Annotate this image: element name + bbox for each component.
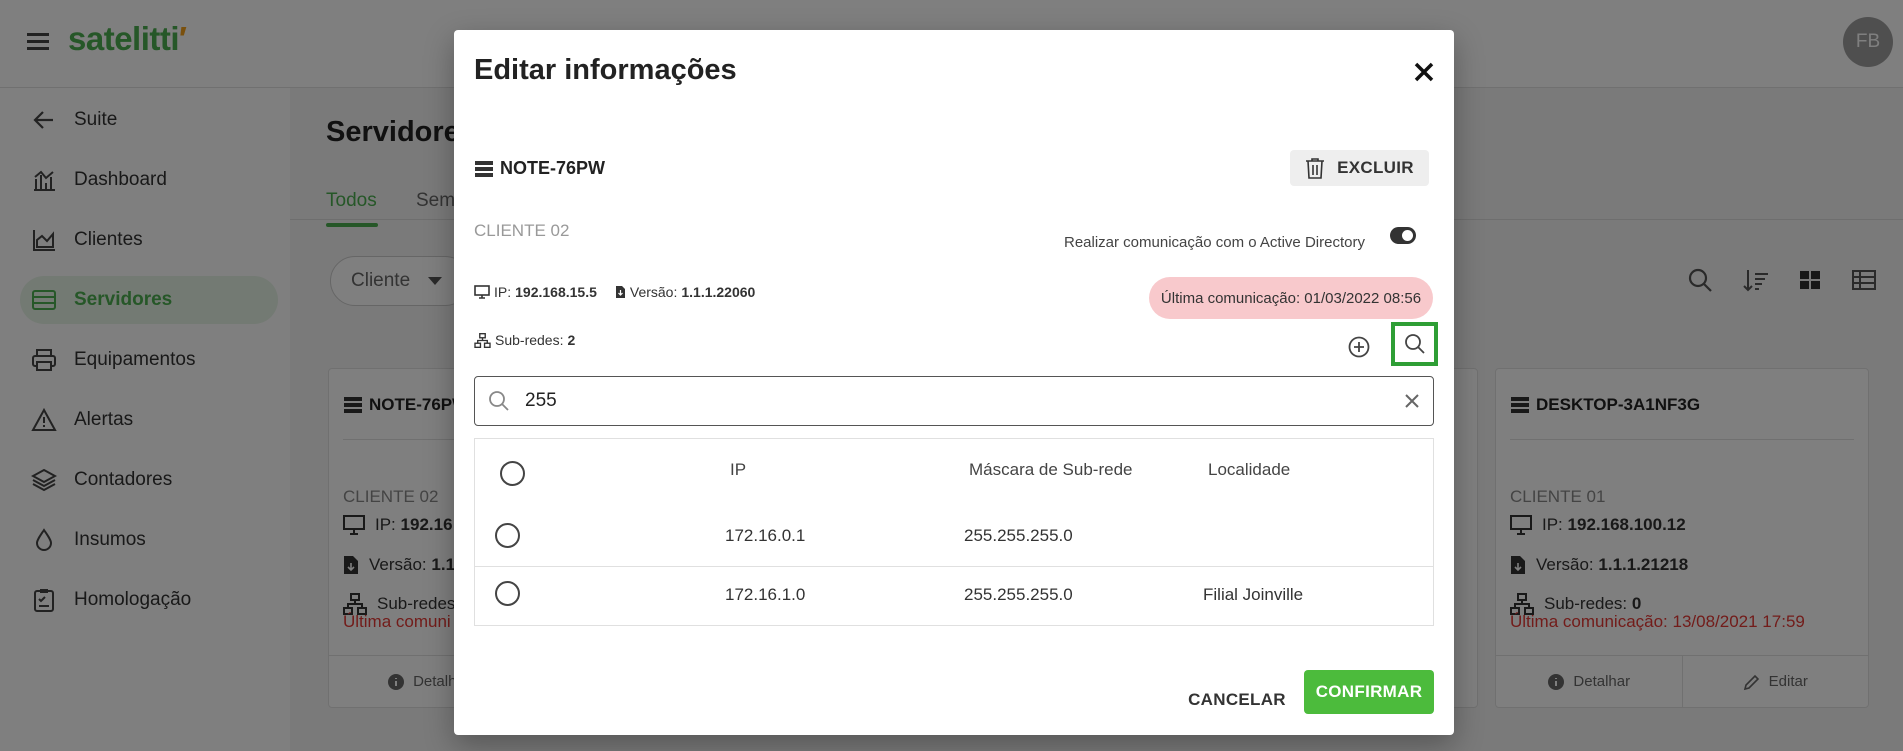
column-header-ip: IP [730, 460, 747, 479]
search-icon [1404, 334, 1425, 354]
subnets-count: Sub-redes: 2 [474, 332, 575, 348]
cell-mask: 255.255.255.0 [964, 526, 1073, 545]
add-subnet-icon[interactable] [1347, 335, 1371, 359]
subnet-table: IP Máscara de Sub-rede Localidade 172.16… [474, 438, 1434, 626]
trash-icon [1306, 158, 1325, 179]
host-info: IP: 192.168.15.5 Versão: 1.1.1.22060 [474, 284, 755, 300]
edit-dialog: Editar informações NOTE-76PW EXCLUIR CLI… [454, 30, 1454, 735]
client-name: CLIENTE 02 [474, 221, 570, 240]
dialog-title: Editar informações [474, 54, 737, 86]
monitor-icon [474, 285, 490, 299]
host-name: NOTE-76PW [474, 158, 605, 179]
delete-button[interactable]: EXCLUIR [1290, 150, 1429, 186]
close-icon[interactable] [1410, 58, 1438, 86]
confirm-button[interactable]: CONFIRMAR [1304, 670, 1434, 714]
row-radio[interactable] [495, 523, 520, 548]
select-all-radio[interactable] [500, 461, 525, 486]
toggle-knob [1402, 230, 1413, 241]
ad-toggle[interactable] [1390, 227, 1416, 244]
column-header-mask: Máscara de Sub-rede [969, 460, 1133, 479]
search-subnet-button[interactable] [1391, 322, 1438, 366]
row-divider [475, 566, 1433, 567]
row-radio[interactable] [495, 581, 520, 606]
cell-mask: 255.255.255.0 [964, 585, 1073, 604]
column-header-locality: Localidade [1208, 460, 1291, 479]
cancel-button[interactable]: CANCELAR [1182, 678, 1292, 722]
file-download-icon [615, 286, 625, 298]
ad-toggle-label: Realizar comunicação com o Active Direct… [1064, 234, 1365, 251]
search-icon [489, 391, 509, 411]
cell-ip: 172.16.1.0 [725, 585, 806, 604]
subnet-search-field [474, 376, 1434, 426]
cell-ip: 172.16.0.1 [725, 526, 806, 545]
server-icon [475, 160, 493, 177]
subnet-search-input[interactable] [525, 390, 1385, 412]
clear-icon[interactable] [1403, 392, 1421, 410]
last-communication-badge: Última comunicação: 01/03/2022 08:56 [1149, 277, 1433, 319]
cell-locality: Filial Joinville [1203, 585, 1304, 604]
network-icon [474, 332, 491, 348]
